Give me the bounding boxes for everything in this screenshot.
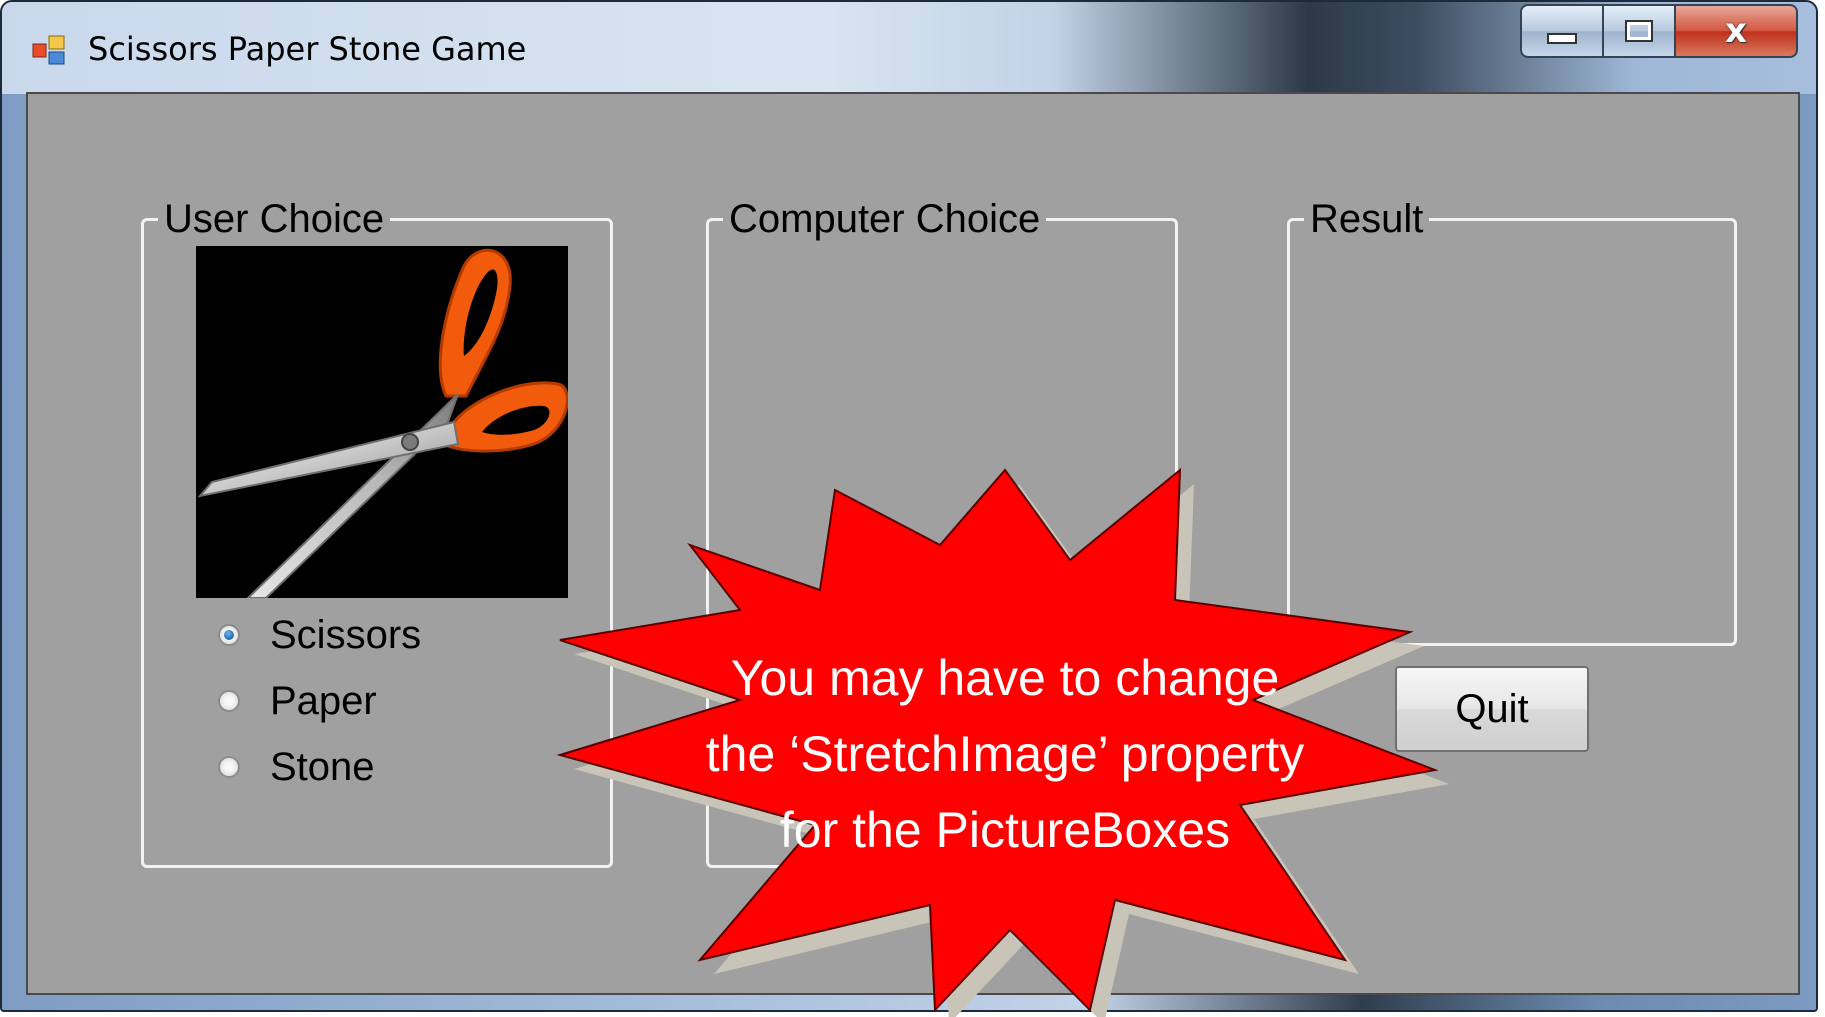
radio-paper[interactable]: Paper [218, 676, 377, 726]
radio-label-paper: Paper [270, 678, 377, 723]
radio-button[interactable] [218, 690, 240, 712]
maximize-button[interactable] [1604, 4, 1676, 58]
window-title: Scissors Paper Stone Game [88, 30, 527, 68]
callout-line-2: the ‘StretchImage’ property [705, 726, 1305, 782]
callout-line-3: for the PictureBoxes [779, 802, 1231, 858]
caption-buttons: x [1520, 4, 1798, 58]
scissors-image [197, 248, 569, 599]
radio-label-stone: Stone [270, 744, 375, 789]
app-form-icon [32, 35, 65, 65]
callout-line-1: You may have to change [730, 650, 1280, 706]
radio-button[interactable] [218, 756, 240, 778]
radio-scissors[interactable]: Scissors [218, 610, 421, 660]
minimize-button[interactable] [1520, 4, 1604, 58]
radio-button-checked[interactable] [218, 624, 240, 646]
close-button[interactable]: x [1676, 4, 1798, 58]
user-choice-title: User Choice [158, 195, 391, 243]
result-group: Result [1287, 195, 1737, 646]
computer-choice-title: Computer Choice [723, 195, 1047, 243]
radio-stone[interactable]: Stone [218, 742, 375, 792]
callout-text: You may have to change the ‘StretchImage… [560, 640, 1450, 868]
maximize-icon [1625, 20, 1653, 42]
radio-label-scissors: Scissors [270, 612, 422, 657]
result-title: Result [1304, 195, 1430, 243]
user-choice-picture[interactable] [196, 246, 569, 599]
title-bar[interactable]: Scissors Paper Stone Game x [2, 2, 1816, 94]
close-icon: x [1725, 11, 1747, 51]
minimize-icon [1547, 32, 1577, 44]
